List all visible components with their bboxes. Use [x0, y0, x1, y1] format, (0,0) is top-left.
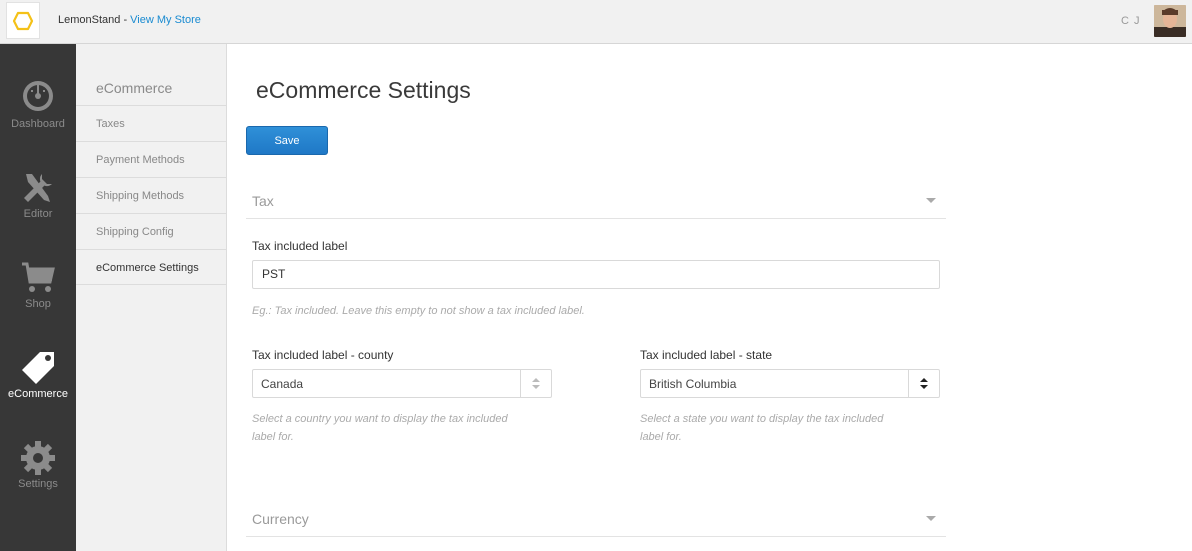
state-label: Tax included label - state	[640, 348, 773, 362]
state-hint-line1: Select a state you want to display the t…	[640, 413, 884, 425]
collapse-caret-icon	[926, 198, 936, 203]
rail-label-settings: Settings	[18, 478, 58, 490]
lemon-logo-icon	[12, 11, 34, 30]
view-my-store-link[interactable]: View My Store	[130, 14, 201, 26]
tools-icon	[24, 174, 52, 202]
tax-included-label-label: Tax included label	[252, 239, 348, 253]
subnav-item-shipping-config[interactable]: Shipping Config	[76, 213, 226, 249]
county-hint-line2: label for.	[252, 431, 294, 443]
currency-section-header[interactable]: Currency	[246, 499, 946, 537]
rail-item-shop[interactable]: Shop	[0, 260, 76, 340]
brand-name: LemonStand	[58, 14, 121, 26]
section-subnav: eCommerce Taxes Payment Methods Shipping…	[76, 44, 227, 551]
gauge-icon	[23, 81, 53, 111]
cart-icon	[22, 262, 55, 292]
main-content: eCommerce Settings Save Tax Tax included…	[228, 44, 1192, 551]
state-select[interactable]: British Columbia	[640, 369, 940, 398]
county-label: Tax included label - county	[252, 348, 394, 362]
state-select-value: British Columbia	[649, 377, 737, 391]
brand-separator: -	[120, 14, 131, 26]
tax-section-header[interactable]: Tax	[246, 181, 946, 219]
collapse-caret-icon	[926, 516, 936, 521]
lemonstand-logo[interactable]	[6, 2, 40, 39]
page-title: eCommerce Settings	[256, 77, 471, 103]
currency-section-title: Currency	[252, 511, 309, 527]
gear-icon	[21, 441, 55, 475]
rail-label-dashboard: Dashboard	[11, 118, 65, 130]
select-arrows-icon	[908, 370, 939, 397]
subnav-item-taxes[interactable]: Taxes	[76, 105, 226, 141]
subnav-item-payment-methods[interactable]: Payment Methods	[76, 141, 226, 177]
main-nav-rail: Dashboard Editor Shop eCommerce Settings	[0, 44, 76, 551]
tax-section-title: Tax	[252, 193, 274, 209]
avatar[interactable]	[1154, 5, 1186, 37]
tax-included-label-hint: Eg.: Tax included. Leave this empty to n…	[252, 305, 585, 317]
select-arrows-icon	[520, 370, 551, 397]
state-hint-line2: label for.	[640, 431, 682, 443]
user-initials[interactable]: C J	[1121, 15, 1141, 27]
rail-label-ecommerce: eCommerce	[8, 388, 68, 400]
county-hint-line1: Select a country you want to display the…	[252, 413, 508, 425]
rail-item-dashboard[interactable]: Dashboard	[0, 80, 76, 160]
subnav-title: eCommerce	[96, 80, 173, 96]
avatar-image	[1154, 5, 1186, 37]
tax-included-label-input[interactable]: PST	[252, 260, 940, 289]
rail-label-shop: Shop	[25, 298, 51, 310]
rail-label-editor: Editor	[23, 208, 53, 220]
rail-item-ecommerce[interactable]: eCommerce	[0, 350, 76, 430]
top-bar: LemonStand - View My Store C J	[0, 0, 1192, 44]
county-select-value: Canada	[261, 377, 304, 391]
subnav-list: Taxes Payment Methods Shipping Methods S…	[76, 105, 226, 285]
save-button[interactable]: Save	[246, 126, 328, 155]
rail-item-settings[interactable]: Settings	[0, 440, 76, 520]
brand: LemonStand - View My Store	[58, 14, 201, 26]
county-select[interactable]: Canada	[252, 369, 552, 398]
tag-icon	[22, 352, 54, 384]
subnav-item-ecommerce-settings[interactable]: eCommerce Settings	[76, 249, 226, 285]
subnav-item-shipping-methods[interactable]: Shipping Methods	[76, 177, 226, 213]
rail-item-editor[interactable]: Editor	[0, 170, 76, 250]
